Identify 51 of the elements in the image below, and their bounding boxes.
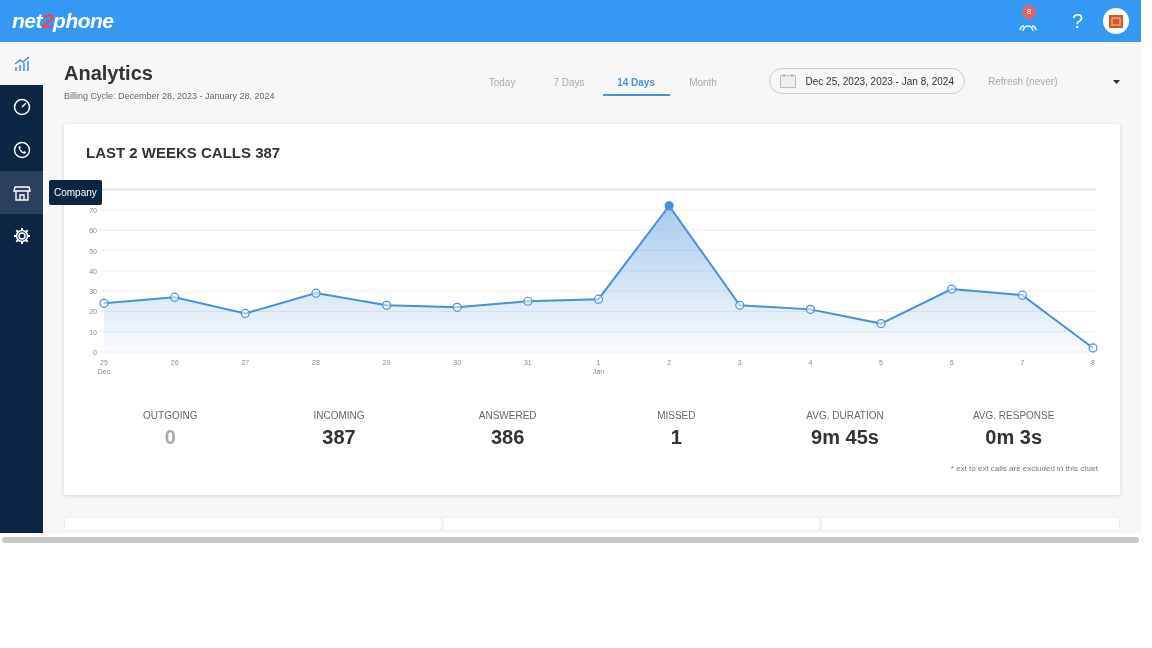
data-point	[805, 304, 816, 314]
calendar-icon	[779, 74, 796, 88]
notifications-button[interactable]: 8	[1017, 4, 1040, 34]
tab[interactable]: Month	[669, 70, 737, 96]
data-point	[1088, 343, 1098, 353]
data-point	[523, 296, 533, 306]
data-point	[664, 201, 674, 211]
page-title: Analytics	[64, 62, 154, 84]
stat-label: AVG. RESPONSE	[972, 409, 1055, 423]
stat-value: 0m 3s	[985, 425, 1042, 449]
stat-value: 386	[490, 425, 525, 449]
stat-value: 9m 45s	[811, 425, 879, 449]
stat-label: MISSED	[657, 409, 696, 423]
phone-icon	[12, 140, 31, 159]
stat-value: 387	[322, 425, 356, 449]
caret-icon	[1113, 79, 1120, 84]
data-point	[170, 292, 180, 302]
logo[interactable]: net2phone	[12, 5, 114, 37]
help-button[interactable]: ?	[1071, 6, 1083, 36]
footnote: * ext to ext calls are excluded in this chart	[950, 463, 1098, 475]
tab[interactable]: 14 Days	[602, 70, 670, 96]
settings-icon	[12, 226, 31, 245]
store-icon	[12, 183, 31, 202]
stat-value: 1	[670, 425, 682, 449]
stat-value: 0	[164, 425, 176, 449]
data-point	[381, 300, 392, 310]
data-point	[452, 302, 462, 312]
data-point	[1017, 290, 1027, 300]
stat-label: OUTGOING	[143, 409, 198, 423]
billing-cycle-text: Billing Cycle: December 28, 2023 - January 28, 2024	[64, 90, 275, 103]
refresh-dropdown[interactable]: Refresh (never)	[988, 74, 1120, 89]
avatar[interactable]	[1103, 8, 1129, 34]
tooltip: Company	[49, 180, 102, 205]
tab[interactable]: Today	[468, 70, 536, 96]
data-point	[99, 298, 109, 308]
chart-icon	[12, 54, 31, 73]
data-point	[876, 318, 886, 329]
data-point	[735, 300, 745, 310]
stat-label: AVG. DURATION	[806, 409, 884, 423]
data-point	[240, 308, 250, 319]
scrollbar[interactable]	[2, 537, 1139, 543]
data-point	[593, 294, 604, 304]
data-point	[311, 288, 321, 298]
gauge-icon	[12, 97, 31, 116]
avatar-icon	[1109, 14, 1123, 28]
tab[interactable]: 7 Days	[535, 70, 603, 96]
notification-badge: 8	[1021, 5, 1036, 19]
stat-label: INCOMING	[313, 409, 365, 423]
data-point	[947, 284, 957, 294]
card-title: LAST 2 WEEKS CALLS 387	[86, 144, 282, 162]
stat-label: ANSWERED	[478, 409, 537, 423]
